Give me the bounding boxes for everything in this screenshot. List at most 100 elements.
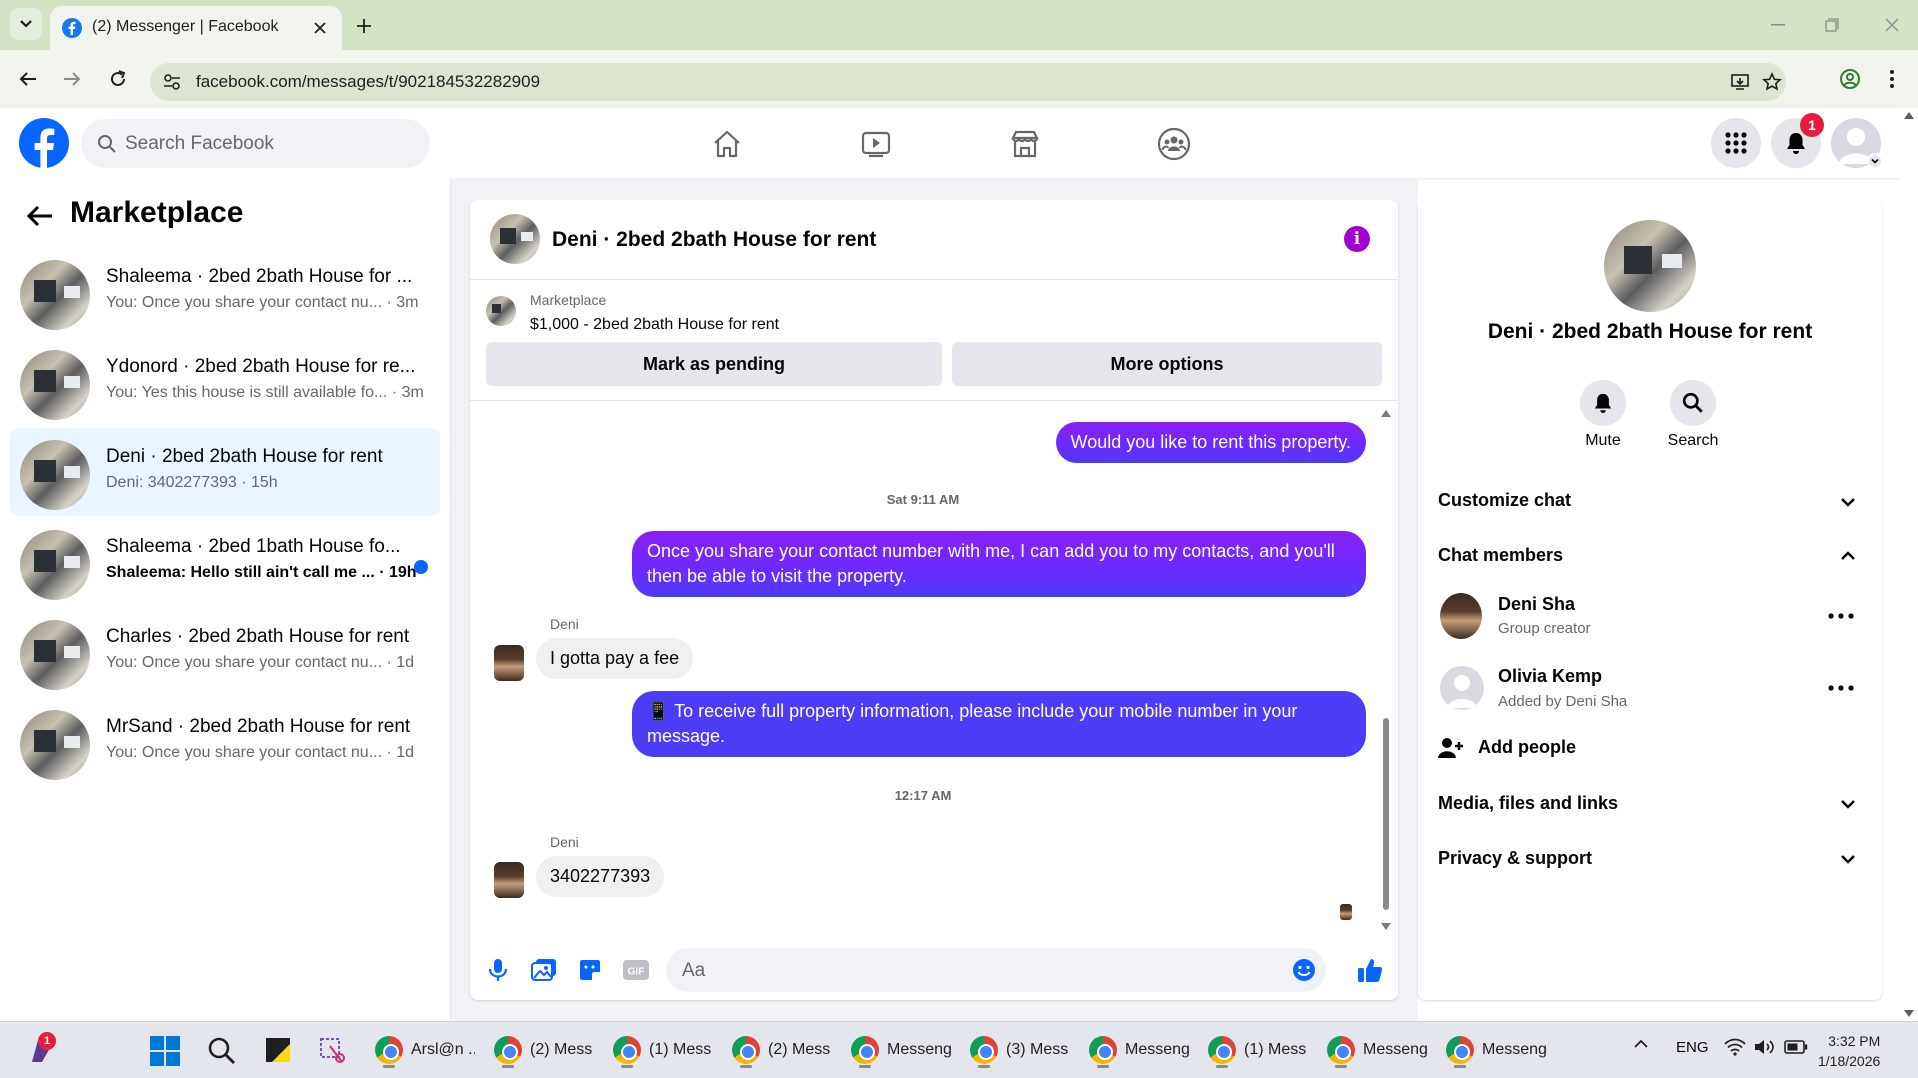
back-arrow-icon[interactable]: [22, 198, 58, 234]
chevron-down-icon[interactable]: [1838, 849, 1858, 869]
window-close-icon[interactable]: [1872, 10, 1912, 40]
thread-list-item[interactable]: Ydonord · 2bed 2bath House for re... You:…: [10, 338, 440, 426]
snipping-tool-icon[interactable]: [318, 1036, 348, 1066]
site-settings-icon[interactable]: [162, 72, 182, 92]
search-placeholder: Search Facebook: [125, 133, 274, 154]
outgoing-message[interactable]: 📱 To receive full property information, …: [632, 691, 1366, 757]
chat-scrollbar[interactable]: [1380, 410, 1392, 930]
add-people-button[interactable]: Add people: [1478, 737, 1576, 758]
page-title: Marketplace: [70, 196, 244, 229]
home-icon[interactable]: [705, 122, 749, 166]
language-indicator[interactable]: ENG: [1676, 1039, 1709, 1056]
groups-icon[interactable]: [1152, 122, 1196, 166]
tab-search-button[interactable]: [10, 8, 42, 40]
more-options-icon[interactable]: [1826, 610, 1856, 622]
chevron-down-icon[interactable]: [1838, 492, 1858, 512]
taskbar-chrome-window[interactable]: (3) Mess: [970, 1030, 1070, 1070]
customize-chat-section[interactable]: Customize chat: [1438, 490, 1571, 511]
sticker-icon[interactable]: [574, 954, 606, 986]
restore-icon[interactable]: [1812, 10, 1852, 40]
sender-name: Deni: [550, 834, 579, 850]
sender-avatar[interactable]: [494, 645, 524, 681]
conversation-info-icon[interactable]: i: [1344, 226, 1370, 252]
mute-button[interactable]: [1580, 380, 1626, 426]
chat-members-section[interactable]: Chat members: [1438, 545, 1563, 566]
photo-icon[interactable]: [528, 954, 560, 986]
conversation-avatar[interactable]: [490, 214, 540, 264]
taskbar-chrome-window[interactable]: Arsl@n ...: [375, 1030, 475, 1070]
taskbar-chrome-window[interactable]: Messeng: [1446, 1030, 1546, 1070]
microphone-icon[interactable]: [482, 954, 514, 986]
taskbar-window-label: Arsl@n ...: [411, 1041, 475, 1058]
thread-list-item[interactable]: Deni · 2bed 2bath House for rent Deni: 34…: [10, 428, 440, 516]
like-thumbs-up-icon[interactable]: [1354, 954, 1386, 986]
install-app-icon[interactable]: [1730, 72, 1750, 92]
search-in-conversation-button[interactable]: [1670, 380, 1716, 426]
sticky-notes-icon[interactable]: [264, 1036, 292, 1064]
mark-as-pending-button[interactable]: Mark as pending: [486, 342, 942, 386]
more-options-button[interactable]: More options: [952, 342, 1382, 386]
back-icon[interactable]: [12, 63, 44, 95]
thread-list-item[interactable]: MrSand · 2bed 2bath House for rent You: O…: [10, 698, 440, 786]
listing-thumbnail[interactable]: [486, 296, 516, 326]
forward-icon[interactable]: [56, 63, 88, 95]
video-icon[interactable]: [854, 122, 898, 166]
sender-avatar[interactable]: [494, 862, 524, 898]
conversation-title[interactable]: Deni · 2bed 2bath House for rent: [552, 228, 876, 252]
thread-preview: You: Yes this house is still available f…: [106, 384, 424, 401]
thread-title: Shaleema · 2bed 1bath House fo...: [106, 536, 401, 557]
taskbar-chrome-window[interactable]: (2) Mess: [732, 1030, 832, 1070]
outgoing-message[interactable]: Once you share your contact number with …: [632, 531, 1366, 597]
browser-tab-active[interactable]: (2) Messenger | Facebook: [50, 6, 342, 50]
member-avatar[interactable]: [1440, 593, 1482, 639]
taskbar-chrome-window[interactable]: Messeng: [1327, 1030, 1427, 1070]
taskbar-chrome-window[interactable]: Messeng: [1089, 1030, 1189, 1070]
menu-grid-icon[interactable]: [1711, 118, 1761, 168]
thread-list-item[interactable]: Shaleema · 2bed 1bath House fo... Shaleem…: [10, 518, 440, 606]
facebook-search-input[interactable]: Search Facebook: [81, 119, 430, 168]
volume-icon[interactable]: [1754, 1038, 1776, 1056]
chevron-down-icon[interactable]: [1838, 794, 1858, 814]
taskbar-chrome-window[interactable]: Messeng: [851, 1030, 951, 1070]
more-options-icon[interactable]: [1826, 682, 1856, 694]
marketplace-icon[interactable]: [1003, 122, 1047, 166]
page-scrollbar[interactable]: [1900, 108, 1918, 1021]
taskbar-window-label: Messeng: [1125, 1041, 1189, 1058]
member-name[interactable]: Olivia Kemp: [1498, 666, 1602, 687]
new-tab-icon[interactable]: [350, 12, 378, 40]
reload-icon[interactable]: [102, 63, 134, 95]
outgoing-message[interactable]: Would you like to rent this property.: [1055, 422, 1366, 463]
member-avatar[interactable]: [1440, 666, 1484, 710]
system-clock[interactable]: 3:32 PM 1/18/2026: [1818, 1031, 1880, 1071]
incoming-message[interactable]: 3402277393: [536, 856, 665, 897]
wifi-icon[interactable]: [1724, 1038, 1746, 1056]
thread-list-item[interactable]: Shaleema · 2bed 2bath House for ... You: …: [10, 248, 440, 336]
add-person-icon[interactable]: [1438, 736, 1464, 760]
battery-icon[interactable]: [1784, 1040, 1808, 1054]
privacy-support-section[interactable]: Privacy & support: [1438, 848, 1592, 869]
facebook-logo-icon[interactable]: [19, 118, 69, 168]
show-hidden-icons-chevron-icon[interactable]: [1633, 1039, 1649, 1049]
listing-title[interactable]: $1,000 - 2bed 2bath House for rent: [530, 316, 779, 334]
profile-icon[interactable]: [1834, 63, 1866, 95]
tab-close-icon[interactable]: [308, 16, 332, 40]
emoji-icon[interactable]: [1292, 958, 1316, 982]
media-files-links-section[interactable]: Media, files and links: [1438, 793, 1618, 814]
browser-menu-icon[interactable]: [1876, 63, 1908, 95]
minimize-icon[interactable]: [1758, 10, 1798, 40]
details-avatar[interactable]: [1604, 220, 1696, 312]
member-name[interactable]: Deni Sha: [1498, 594, 1575, 615]
message-input[interactable]: Aa: [666, 948, 1326, 992]
gif-icon[interactable]: GIF: [620, 954, 652, 986]
taskbar-chrome-window[interactable]: (2) Mess: [494, 1030, 594, 1070]
windows-start-icon[interactable]: [150, 1036, 180, 1066]
incoming-message[interactable]: I gotta pay a fee: [536, 638, 694, 679]
account-chevron-icon[interactable]: [1867, 153, 1883, 169]
taskbar-chrome-window[interactable]: (1) Mess: [613, 1030, 713, 1070]
search-icon[interactable]: [208, 1037, 236, 1065]
chevron-up-icon[interactable]: [1838, 546, 1858, 566]
bookmark-star-icon[interactable]: [1762, 72, 1782, 92]
thread-list-item[interactable]: Charles · 2bed 2bath House for rent You: …: [10, 608, 440, 696]
address-bar[interactable]: facebook.com/messages/t/902184532282909: [150, 63, 1786, 101]
taskbar-chrome-window[interactable]: (1) Mess: [1208, 1030, 1308, 1070]
